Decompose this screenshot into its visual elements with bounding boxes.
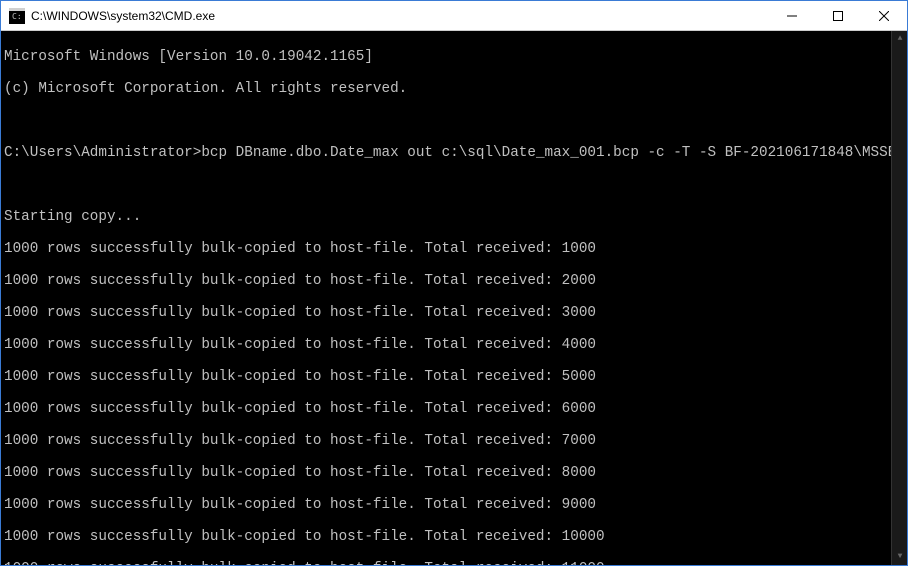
maximize-button[interactable] (815, 1, 861, 30)
scroll-down-arrow-icon[interactable]: ▼ (892, 549, 907, 565)
prompt: C:\Users\Administrator> (4, 145, 201, 161)
minimize-button[interactable] (769, 1, 815, 30)
scroll-up-arrow-icon[interactable]: ▲ (892, 31, 907, 47)
copy-progress-line: 1000 rows successfully bulk-copied to ho… (4, 241, 904, 257)
copy-progress-line: 1000 rows successfully bulk-copied to ho… (4, 433, 904, 449)
svg-text:C:: C: (12, 12, 22, 21)
window-controls (769, 1, 907, 30)
window-title: C:\WINDOWS\system32\CMD.exe (31, 9, 769, 23)
terminal-area[interactable]: Microsoft Windows [Version 10.0.19042.11… (1, 31, 907, 565)
close-button[interactable] (861, 1, 907, 30)
blank-line (4, 177, 904, 193)
copy-progress-line: 1000 rows successfully bulk-copied to ho… (4, 465, 904, 481)
vertical-scrollbar[interactable]: ▲ ▼ (891, 31, 907, 565)
cmd-icon: C: (9, 8, 25, 24)
copy-progress-line: 1000 rows successfully bulk-copied to ho… (4, 273, 904, 289)
copy-progress-line: 1000 rows successfully bulk-copied to ho… (4, 561, 904, 565)
version-line: Microsoft Windows [Version 10.0.19042.11… (4, 49, 904, 65)
titlebar[interactable]: C: C:\WINDOWS\system32\CMD.exe (1, 1, 907, 31)
copyright-line: (c) Microsoft Corporation. All rights re… (4, 81, 904, 97)
copy-progress-line: 1000 rows successfully bulk-copied to ho… (4, 369, 904, 385)
copy-progress-line: 1000 rows successfully bulk-copied to ho… (4, 337, 904, 353)
cmd-window: C: C:\WINDOWS\system32\CMD.exe Microsoft… (0, 0, 908, 566)
copy-progress-line: 1000 rows successfully bulk-copied to ho… (4, 305, 904, 321)
starting-copy: Starting copy... (4, 209, 904, 225)
copy-progress-line: 1000 rows successfully bulk-copied to ho… (4, 497, 904, 513)
blank-line (4, 113, 904, 129)
bcp-command: bcp DBname.dbo.Date_max out c:\sql\Date_… (201, 145, 907, 161)
command-line: C:\Users\Administrator>bcp DBname.dbo.Da… (4, 145, 904, 161)
copy-progress-line: 1000 rows successfully bulk-copied to ho… (4, 401, 904, 417)
copy-progress-line: 1000 rows successfully bulk-copied to ho… (4, 529, 904, 545)
